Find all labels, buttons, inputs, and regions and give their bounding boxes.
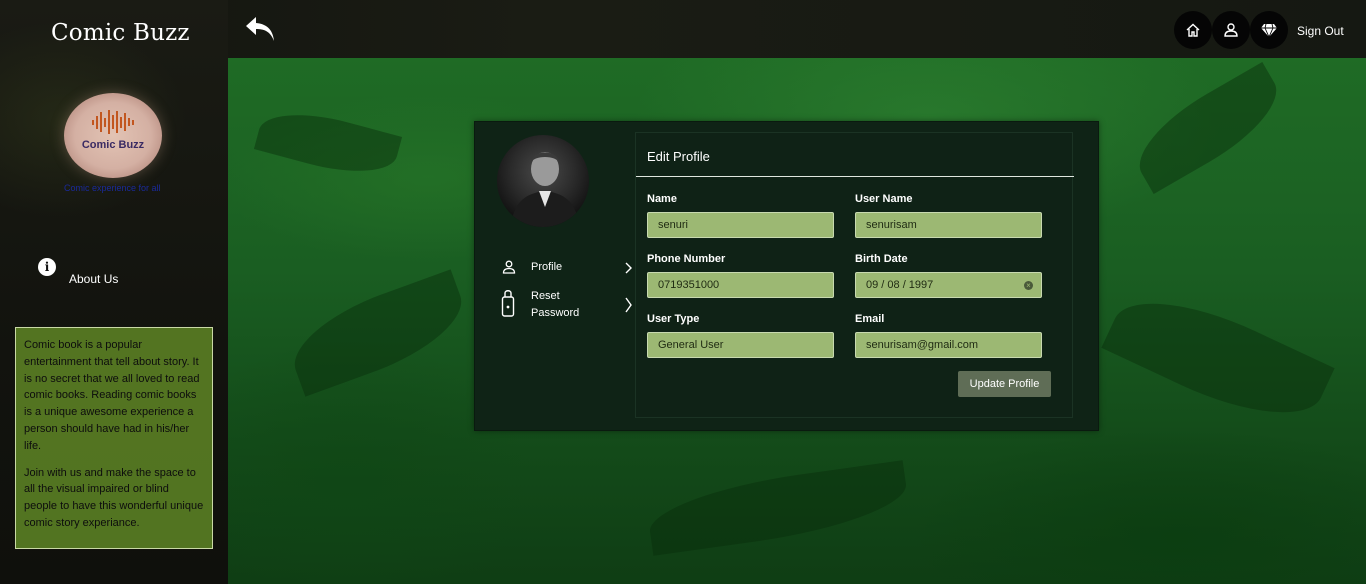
profile-menu-label: Profile	[531, 261, 563, 273]
user-type-label: User Type	[647, 313, 700, 325]
divider	[636, 176, 1074, 177]
tagline: Comic experience for all	[64, 183, 161, 193]
user-icon	[1224, 23, 1238, 37]
logo-text: Comic Buzz	[81, 139, 145, 151]
name-label: Name	[647, 193, 677, 205]
sign-out-link[interactable]: Sign Out	[1297, 24, 1344, 38]
clear-date-icon[interactable]: ×	[1024, 281, 1033, 290]
birth-date-field[interactable]: 09 / 08 / 1997 ×	[855, 272, 1042, 298]
about-description-box: Comic book is a popular entertainment th…	[15, 327, 213, 549]
home-button[interactable]	[1174, 11, 1212, 49]
username-field[interactable]	[855, 212, 1042, 238]
about-paragraph: Join with us and make the space to all t…	[24, 466, 204, 529]
birth-date-label: Birth Date	[855, 253, 908, 265]
sidebar: Comic Buzz Comic Buzz Comic experience f…	[0, 0, 228, 584]
email-field[interactable]	[855, 332, 1042, 358]
user-type-field[interactable]	[647, 332, 834, 358]
phone-field[interactable]	[647, 272, 834, 298]
profile-menu-item[interactable]: Profile	[501, 259, 641, 279]
edit-profile-panel: Edit Profile Name User Name Phone Number…	[635, 132, 1074, 418]
email-label: Email	[855, 313, 885, 325]
name-field[interactable]	[647, 212, 834, 238]
phone-label: Phone Number	[647, 253, 726, 265]
avatar	[497, 135, 589, 227]
user-icon	[502, 260, 516, 274]
info-icon[interactable]: i	[38, 258, 56, 276]
diamond-icon	[1261, 23, 1277, 38]
reset-password-label: Reset Password	[531, 290, 580, 319]
edit-profile-title: Edit Profile	[647, 149, 710, 164]
update-profile-button[interactable]: Update Profile	[958, 371, 1051, 397]
birth-date-value: 09 / 08 / 1997	[866, 279, 934, 291]
back-arrow-icon[interactable]	[244, 15, 276, 43]
sound-wave-icon	[92, 110, 134, 134]
home-icon	[1186, 23, 1200, 37]
brand-title: Comic Buzz	[51, 20, 190, 46]
profile-button[interactable]	[1212, 11, 1250, 49]
about-paragraph: Comic book is a popular entertainment th…	[24, 339, 200, 452]
about-us-link[interactable]: About Us	[69, 272, 118, 286]
profile-card: Profile Reset Password Edit Profile Name…	[474, 121, 1099, 431]
chevron-right-icon	[625, 262, 632, 274]
reset-password-menu-item[interactable]: Reset Password	[501, 288, 641, 324]
chevron-right-icon	[625, 297, 632, 313]
username-label: User Name	[855, 193, 913, 205]
premium-button[interactable]	[1250, 11, 1288, 49]
app-logo: Comic Buzz	[64, 93, 162, 178]
lock-icon	[501, 290, 515, 317]
